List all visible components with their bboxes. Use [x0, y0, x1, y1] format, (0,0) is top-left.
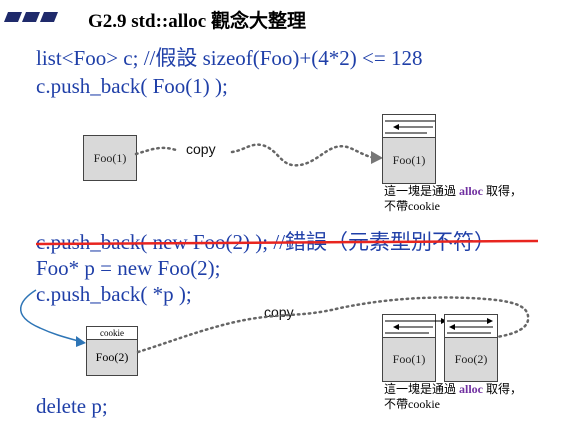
list-node-2b-label: Foo(2)	[454, 352, 488, 366]
list-node-2a: Foo(1)	[382, 314, 447, 382]
list-node-2b: Foo(2)	[444, 314, 498, 382]
node-pointer-area	[445, 315, 497, 338]
node-pointer-area	[383, 315, 447, 338]
node-link-arrows-icon	[447, 318, 493, 334]
list-node-2b-value: Foo(2)	[445, 338, 497, 381]
alloc-note-2: 這一塊是通過 alloc 取得， 不帶cookie	[384, 382, 522, 412]
alloc-note-2-keyword: alloc	[459, 382, 484, 396]
code-line-delete-p: delete p;	[36, 394, 108, 418]
list-node-2a-label: Foo(1)	[392, 352, 426, 366]
list-node-2a-value: Foo(1)	[383, 338, 435, 381]
alloc-note-2-text-b: 取得，	[483, 382, 523, 396]
alloc-note-2-line2: 不帶cookie	[384, 397, 440, 411]
node-link-arrows-icon	[385, 318, 447, 334]
alloc-note-2-text-a: 這一塊是通過	[384, 382, 460, 396]
